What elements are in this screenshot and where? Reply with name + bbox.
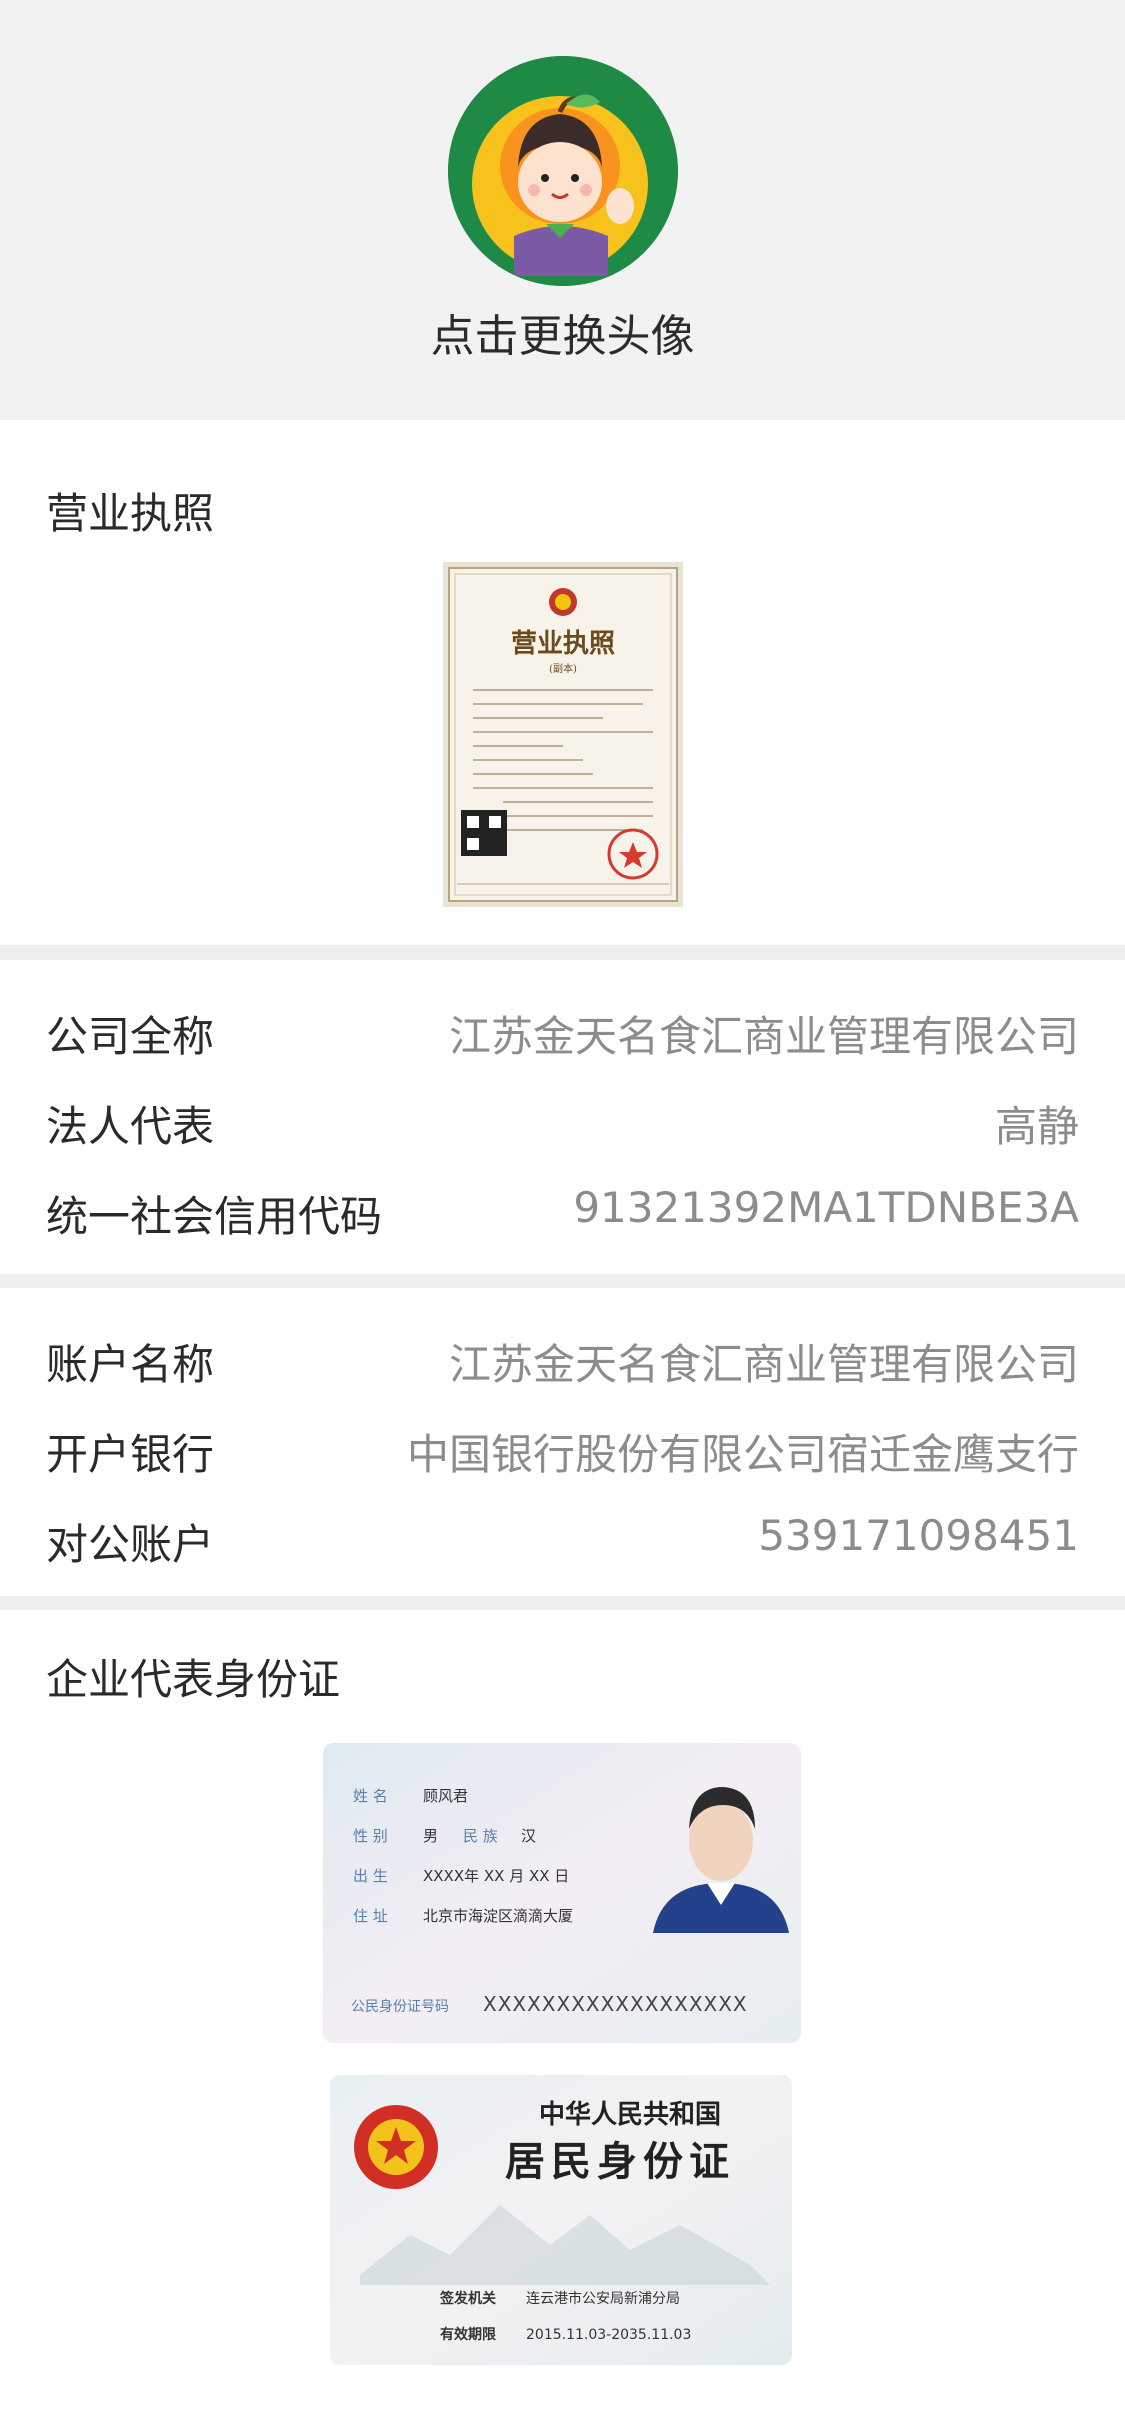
account-name-label: 账户名称 — [46, 1340, 215, 1389]
id-valid-label: 有效期限 — [440, 2326, 496, 2343]
business-license-image[interactable]: 营业执照 (副本) — [443, 562, 683, 907]
account-name-value: 江苏金天名食汇商业管理有限公司 — [448, 1340, 1079, 1389]
license-doc-sub: (副本) — [549, 662, 577, 675]
legal-rep-value: 高静 — [994, 1102, 1079, 1151]
id-issuer-value: 连云港市公安局新浦分局 — [526, 2290, 680, 2307]
id-name-label: 姓 名 — [353, 1787, 388, 1805]
id-back-card-name: 居民身份证 — [505, 2138, 735, 2185]
corporate-account-value: 539171098451 — [758, 1511, 1079, 1560]
id-birth-label: 出 生 — [353, 1867, 388, 1885]
id-number-value: XXXXXXXXXXXXXXXXXX — [483, 1992, 748, 2016]
id-number-label: 公民身份证号码 — [351, 1999, 449, 2015]
id-card-front-image[interactable]: 姓 名 顾风君 性 别 男 民 族 汉 出 生 XXXX年 XX 月 XX 日 … — [323, 1743, 801, 2043]
corporate-account-row: 对公账户 539171098451 — [46, 1511, 1079, 1571]
id-address-label: 住 址 — [353, 1907, 388, 1925]
id-ethnic-value: 汉 — [521, 1827, 536, 1845]
id-card-title: 企业代表身份证 — [46, 1655, 341, 1704]
credit-code-row: 统一社会信用代码 91321392MA1TDNBE3A — [46, 1183, 1079, 1243]
id-address-value: 北京市海淀区滴滴大厦 — [423, 1907, 573, 1925]
id-back-country: 中华人民共和国 — [539, 2099, 721, 2130]
corporate-account-label: 对公账户 — [46, 1520, 215, 1569]
company-name-value: 江苏金天名食汇商业管理有限公司 — [448, 1012, 1079, 1061]
id-card-back-image[interactable]: 中华人民共和国 居民身份证 签发机关 连云港市公安局新浦分局 有效期限 2015… — [330, 2075, 792, 2365]
id-ethnic-label: 民 族 — [463, 1827, 498, 1845]
avatar[interactable] — [448, 56, 678, 286]
national-emblem-icon — [354, 2105, 438, 2189]
id-issuer-label: 签发机关 — [439, 2290, 496, 2307]
company-info-section: 公司全称 江苏金天名食汇商业管理有限公司 法人代表 高静 统一社会信用代码 91… — [0, 960, 1125, 1274]
id-birth-value: XXXX年 XX 月 XX 日 — [423, 1867, 569, 1885]
bank-name-row: 开户银行 中国银行股份有限公司宿迁金鹰支行 — [46, 1421, 1079, 1481]
business-license-title: 营业执照 — [46, 489, 215, 538]
company-name-label: 公司全称 — [46, 1012, 215, 1061]
id-gender-label: 性 别 — [353, 1827, 388, 1845]
legal-rep-row: 法人代表 高静 — [46, 1093, 1079, 1153]
change-avatar-label[interactable]: 点击更换头像 — [0, 300, 1125, 364]
bank-name-label: 开户银行 — [46, 1430, 215, 1479]
avatar-section: 点击更换头像 — [0, 0, 1125, 420]
account-name-row: 账户名称 江苏金天名食汇商业管理有限公司 — [46, 1331, 1079, 1391]
mascot-avatar-icon — [448, 56, 678, 286]
id-name-value: 顾风君 — [423, 1787, 468, 1805]
id-gender-value: 男 — [423, 1827, 438, 1845]
company-name-row: 公司全称 江苏金天名食汇商业管理有限公司 — [46, 1003, 1079, 1063]
credit-code-label: 统一社会信用代码 — [46, 1192, 383, 1241]
id-valid-value: 2015.11.03-2035.11.03 — [526, 2327, 691, 2343]
bank-name-value: 中国银行股份有限公司宿迁金鹰支行 — [406, 1430, 1079, 1479]
legal-rep-label: 法人代表 — [46, 1102, 215, 1151]
credit-code-value: 91321392MA1TDNBE3A — [573, 1183, 1079, 1232]
bank-info-section: 账户名称 江苏金天名食汇商业管理有限公司 开户银行 中国银行股份有限公司宿迁金鹰… — [0, 1288, 1125, 1596]
license-doc-title: 营业执照 — [511, 629, 615, 659]
